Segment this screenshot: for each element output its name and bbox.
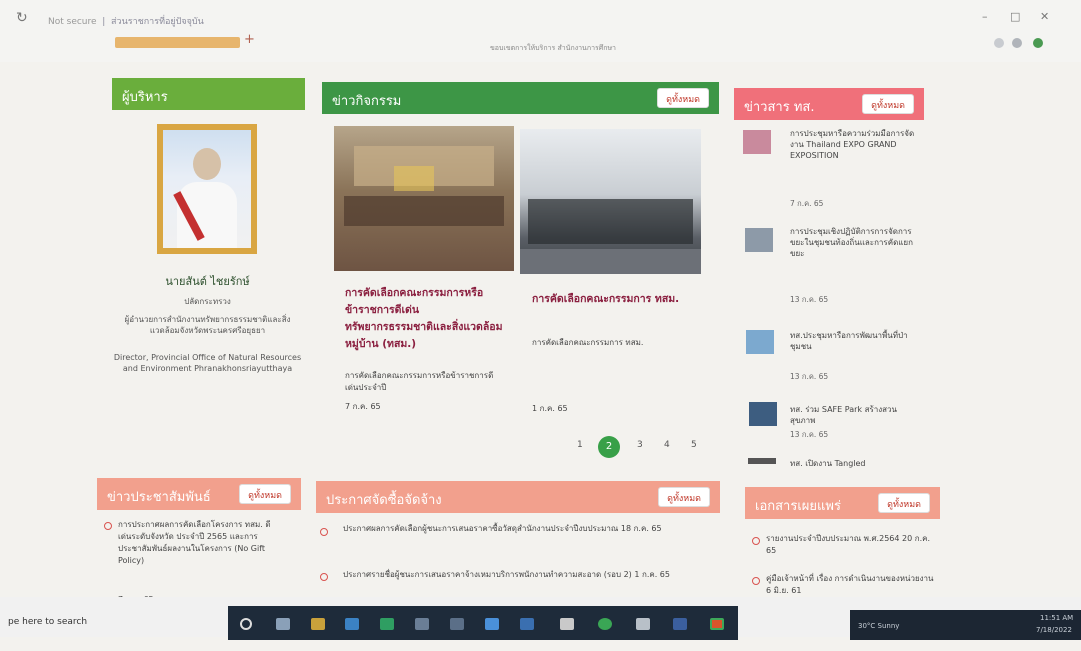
app-icon[interactable] (636, 618, 650, 630)
page-1-link[interactable]: 1 (577, 440, 583, 450)
executive-position-en: Director, Provincial Office of Natural R… (113, 353, 302, 373)
news-header: ข่าวสาร ทส. ดูทั้งหมด (734, 88, 924, 120)
mail-icon[interactable] (485, 618, 499, 630)
news-item-1-text[interactable]: การประชุมหารือความร่วมมือการจัดงาน Thail… (790, 128, 920, 161)
procurement-bullet-icon (320, 573, 328, 581)
address-text: ส่วนราชการที่อยู่ปัจจุบัน (111, 17, 204, 27)
publisher-icon[interactable] (673, 618, 687, 630)
minimize-icon[interactable]: – (982, 10, 988, 23)
activity-card-2-title[interactable]: การคัดเลือกคณะกรรมการ ทสม. (532, 291, 692, 308)
announcements-header-label: ข่าวประชาสัมพันธ์ (107, 490, 211, 505)
announcements-more-button[interactable]: ดูทั้งหมด (239, 484, 291, 504)
news-thumb-3[interactable] (746, 330, 774, 354)
taskbar-apps (228, 606, 738, 640)
page-3-link[interactable]: 3 (637, 440, 643, 450)
news-item-3-text[interactable]: ทส.ประชุมหารือการพัฒนาพื้นที่ป่าชุมชน (790, 330, 920, 352)
news-thumb-1[interactable] (743, 130, 771, 154)
news-item-4-date: 13 ก.ค. 65 (790, 430, 829, 439)
report-bullet-icon (752, 537, 760, 545)
reports-more-button[interactable]: ดูทั้งหมด (878, 493, 930, 513)
word-icon[interactable] (520, 618, 534, 630)
report-item-1-text[interactable]: รายงานประจำปีงบประมาณ พ.ศ.2564 20 ก.ค. 6… (766, 533, 936, 557)
clock-date[interactable]: 7/18/2022 (1036, 626, 1072, 634)
new-tab-icon[interactable]: + (244, 32, 255, 47)
reports-header: เอกสารเผยแพร่ ดูทั้งหมด (745, 487, 940, 519)
app-icon[interactable] (710, 618, 724, 630)
news-item-1-date: 7 ก.ค. 65 (790, 199, 824, 208)
procurement-bullet-icon (320, 528, 328, 536)
reload-icon[interactable]: ↻ (16, 10, 28, 26)
news-header-label: ข่าวสาร ทส. (744, 100, 815, 115)
news-item-3-date: 13 ก.ค. 65 (790, 372, 829, 381)
announcement-item-1-text[interactable]: การประกาศผลการคัดเลือกโครงการ ทสม. ดีเด่… (118, 519, 278, 567)
announcements-header: ข่าวประชาสัมพันธ์ ดูทั้งหมด (97, 478, 301, 510)
executive-position-th: ผู้อำนวยการสำนักงานทรัพยากรธรรมชาติและสิ… (124, 315, 291, 335)
app-icon[interactable] (450, 618, 464, 630)
settings-icon[interactable] (560, 618, 574, 630)
news-item-4-text[interactable]: ทส. ร่วม SAFE Park สร้างสวนสุขภาพ (790, 404, 920, 426)
activity-card-1-date: 7 ก.ค. 65 (345, 402, 381, 411)
executive-header-label: ผู้บริหาร (122, 90, 168, 105)
activity-photo-1[interactable] (334, 126, 514, 271)
extension-icon[interactable] (1012, 38, 1022, 48)
close-icon[interactable]: ✕ (1040, 10, 1049, 23)
news-thumb-5[interactable] (748, 458, 776, 464)
news-thumb-2[interactable] (745, 228, 773, 252)
activity-photo-2[interactable] (520, 129, 701, 274)
executive-title: ปลัดกระทรวง (184, 297, 231, 306)
page-4-link[interactable]: 4 (664, 440, 670, 450)
app-icon[interactable] (415, 618, 429, 630)
taskbar-search-box[interactable]: pe here to search (8, 617, 87, 627)
activity-card-2-date: 1 ก.ค. 65 (532, 404, 568, 413)
reports-header-label: เอกสารเผยแพร่ (755, 499, 841, 514)
procurement-item-2-text[interactable]: ประกาศรายชื่อผู้ชนะการเสนอราคาจ้างเหมาบร… (343, 569, 703, 581)
procurement-item-1-text[interactable]: ประกาศผลการคัดเลือกผู้ชนะการเสนอราคาซื้อ… (343, 523, 703, 535)
file-explorer-icon[interactable] (311, 618, 325, 630)
news-item-2-date: 13 ก.ค. 65 (790, 295, 829, 304)
page-2-link-active[interactable]: 2 (598, 436, 620, 458)
procurement-header-label: ประกาศจัดซื้อจัดจ้าง (326, 493, 442, 508)
news-item-2-text[interactable]: การประชุมเชิงปฏิบัติการการจัดการขยะในชุม… (790, 226, 920, 259)
address-prefix: Not secure (48, 17, 97, 27)
news-item-5-text[interactable]: ทส. เปิดงาน Tangled (790, 458, 920, 469)
clock-time[interactable]: 11:51 AM (1040, 614, 1073, 622)
activities-header-label: ข่าวกิจกรรม (332, 94, 402, 109)
cortana-icon[interactable] (240, 618, 252, 630)
report-bullet-icon (752, 577, 760, 585)
activity-card-2-desc: การคัดเลือกคณะกรรมการ ทสม. (532, 338, 644, 347)
weather-text[interactable]: 30°C Sunny (858, 622, 899, 630)
site-banner-text: ขอบเขตการให้บริการ สำนักงานการศึกษา (490, 44, 616, 52)
edge-icon[interactable] (345, 618, 359, 630)
active-tab-strip[interactable] (115, 37, 240, 48)
news-thumb-4[interactable] (749, 402, 777, 426)
report-item-2-text[interactable]: คู่มือเจ้าหน้าที่ เรื่อง การดำเนินงานของ… (766, 573, 936, 597)
excel-icon[interactable] (380, 618, 394, 630)
extension-icon[interactable] (994, 38, 1004, 48)
executive-header: ผู้บริหาร (112, 78, 305, 110)
announcement-bullet-icon (104, 522, 112, 530)
maximize-icon[interactable]: □ (1010, 10, 1020, 23)
activities-more-button[interactable]: ดูทั้งหมด (657, 88, 709, 108)
activities-header: ข่าวกิจกรรม ดูทั้งหมด (322, 82, 719, 114)
task-view-icon[interactable] (276, 618, 290, 630)
page-5-link[interactable]: 5 (691, 440, 697, 450)
profile-avatar[interactable] (1033, 38, 1043, 48)
news-more-button[interactable]: ดูทั้งหมด (862, 94, 914, 114)
chrome-icon[interactable] (598, 618, 612, 630)
procurement-header: ประกาศจัดซื้อจัดจ้าง ดูทั้งหมด (316, 481, 720, 513)
activity-card-1-title[interactable]: การคัดเลือกคณะกรรมการหรือข้าราชการดีเด่น… (345, 285, 505, 353)
procurement-more-button[interactable]: ดูทั้งหมด (658, 487, 710, 507)
executive-name: นายสันต์ ไชยรักษ์ (165, 275, 250, 288)
activity-card-1-desc: การคัดเลือกคณะกรรมการหรือข้าราชการดีเด่น… (345, 371, 494, 392)
executive-portrait (157, 124, 257, 254)
address-bar[interactable]: Not secure | ส่วนราชการที่อยู่ปัจจุบัน (48, 14, 204, 28)
